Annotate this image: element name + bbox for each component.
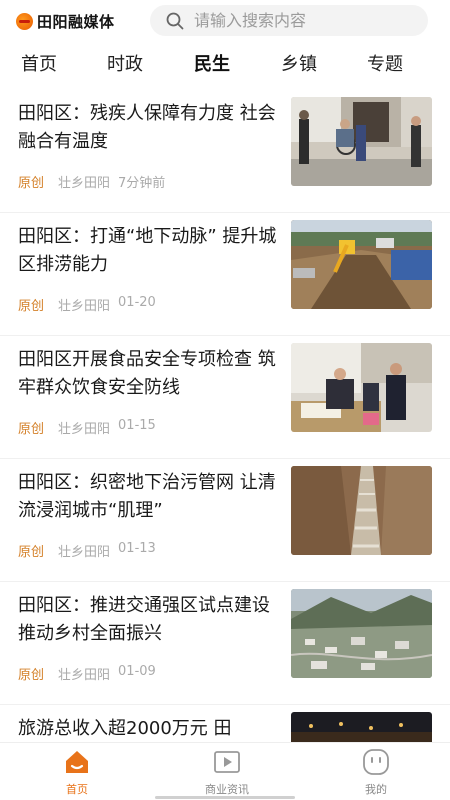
- original-tag: 原创: [18, 545, 45, 560]
- news-meta: 原创 壮乡田阳 01-20: [18, 295, 156, 314]
- news-item[interactable]: 田阳区：推进交通强区试点建设 推动乡村全面振兴 原创 壮乡田阳 01-09: [0, 582, 450, 705]
- news-thumbnail: [291, 589, 432, 678]
- news-thumbnail: [291, 220, 432, 309]
- news-meta: 原创 壮乡田阳 01-13: [18, 541, 156, 560]
- news-title: 田阳区：织密地下治污管网 让清流浸润城市“肌理”: [18, 472, 276, 521]
- tab-towns[interactable]: 乡镇: [281, 50, 317, 76]
- nav-profile[interactable]: 我的: [336, 747, 416, 797]
- tab-topics[interactable]: 专题: [367, 50, 403, 76]
- news-meta: 原创 壮乡田阳 01-09: [18, 664, 156, 683]
- tab-livelihood[interactable]: 民生: [194, 50, 230, 76]
- profile-face-icon: [363, 749, 389, 775]
- nav-profile-label: 我的: [365, 783, 387, 796]
- news-item[interactable]: 田阳区：打通“地下动脉” 提升城区排涝能力 原创 壮乡田阳 01-20: [0, 213, 450, 336]
- news-item[interactable]: 旅游总收入超2000万元 田: [0, 705, 450, 742]
- news-source: 壮乡田阳: [58, 545, 111, 560]
- app-name: 田阳融媒体: [37, 13, 115, 31]
- news-time: 01-13: [118, 541, 156, 556]
- news-thumbnail: [291, 97, 432, 186]
- app-logo[interactable]: 田阳融媒体: [16, 11, 115, 32]
- news-time: 7分钟前: [118, 176, 166, 191]
- original-tag: 原创: [18, 299, 45, 314]
- news-title: 田阳区：推进交通强区试点建设 推动乡村全面振兴: [18, 595, 270, 644]
- search-bar[interactable]: [150, 5, 428, 36]
- home-icon: [66, 751, 88, 773]
- search-input[interactable]: [194, 11, 414, 30]
- original-tag: 原创: [18, 176, 45, 191]
- news-title: 田阳区开展食品安全专项检查 筑牢群众饮食安全防线: [18, 349, 276, 398]
- news-source: 壮乡田阳: [58, 176, 111, 191]
- news-source: 壮乡田阳: [58, 668, 111, 683]
- original-tag: 原创: [18, 422, 45, 437]
- news-time: 01-20: [118, 295, 156, 310]
- video-play-icon: [214, 751, 240, 773]
- news-time: 01-15: [118, 418, 156, 433]
- news-title: 田阳区：残疾人保障有力度 社会融合有温度: [18, 103, 276, 152]
- news-source: 壮乡田阳: [58, 299, 111, 314]
- news-meta: 原创 壮乡田阳 01-15: [18, 418, 156, 437]
- news-thumbnail: [291, 466, 432, 555]
- news-item[interactable]: 田阳区：织密地下治污管网 让清流浸润城市“肌理” 原创 壮乡田阳 01-13: [0, 459, 450, 582]
- news-time: 01-09: [118, 664, 156, 679]
- nav-home-label: 首页: [66, 783, 88, 796]
- bottom-nav: 首页 商业资讯 我的: [0, 742, 450, 800]
- news-title: 旅游总收入超2000万元 田: [18, 718, 232, 739]
- category-tabs: 首页 时政 民生 乡镇 专题: [0, 50, 450, 82]
- nav-home[interactable]: 首页: [37, 747, 117, 797]
- news-title: 田阳区：打通“地下动脉” 提升城区排涝能力: [18, 226, 277, 275]
- nav-business-news-label: 商业资讯: [205, 783, 249, 796]
- news-thumbnail: [291, 712, 432, 742]
- tab-politics[interactable]: 时政: [107, 50, 143, 76]
- original-tag: 原创: [18, 668, 45, 683]
- nav-business-news[interactable]: 商业资讯: [187, 747, 267, 797]
- news-feed[interactable]: 田阳区：残疾人保障有力度 社会融合有温度 原创 壮乡田阳 7分钟前 田阳区：打通…: [0, 90, 450, 742]
- app-header: 田阳融媒体: [0, 0, 450, 44]
- home-indicator: [155, 796, 295, 799]
- tab-home[interactable]: 首页: [21, 50, 57, 76]
- search-icon: [166, 12, 184, 29]
- news-item[interactable]: 田阳区：残疾人保障有力度 社会融合有温度 原创 壮乡田阳 7分钟前: [0, 90, 450, 213]
- logo-icon: [16, 13, 33, 30]
- news-meta: 原创 壮乡田阳 7分钟前: [18, 172, 165, 191]
- news-thumbnail: [291, 343, 432, 432]
- news-source: 壮乡田阳: [58, 422, 111, 437]
- news-item[interactable]: 田阳区开展食品安全专项检查 筑牢群众饮食安全防线 原创 壮乡田阳 01-15: [0, 336, 450, 459]
